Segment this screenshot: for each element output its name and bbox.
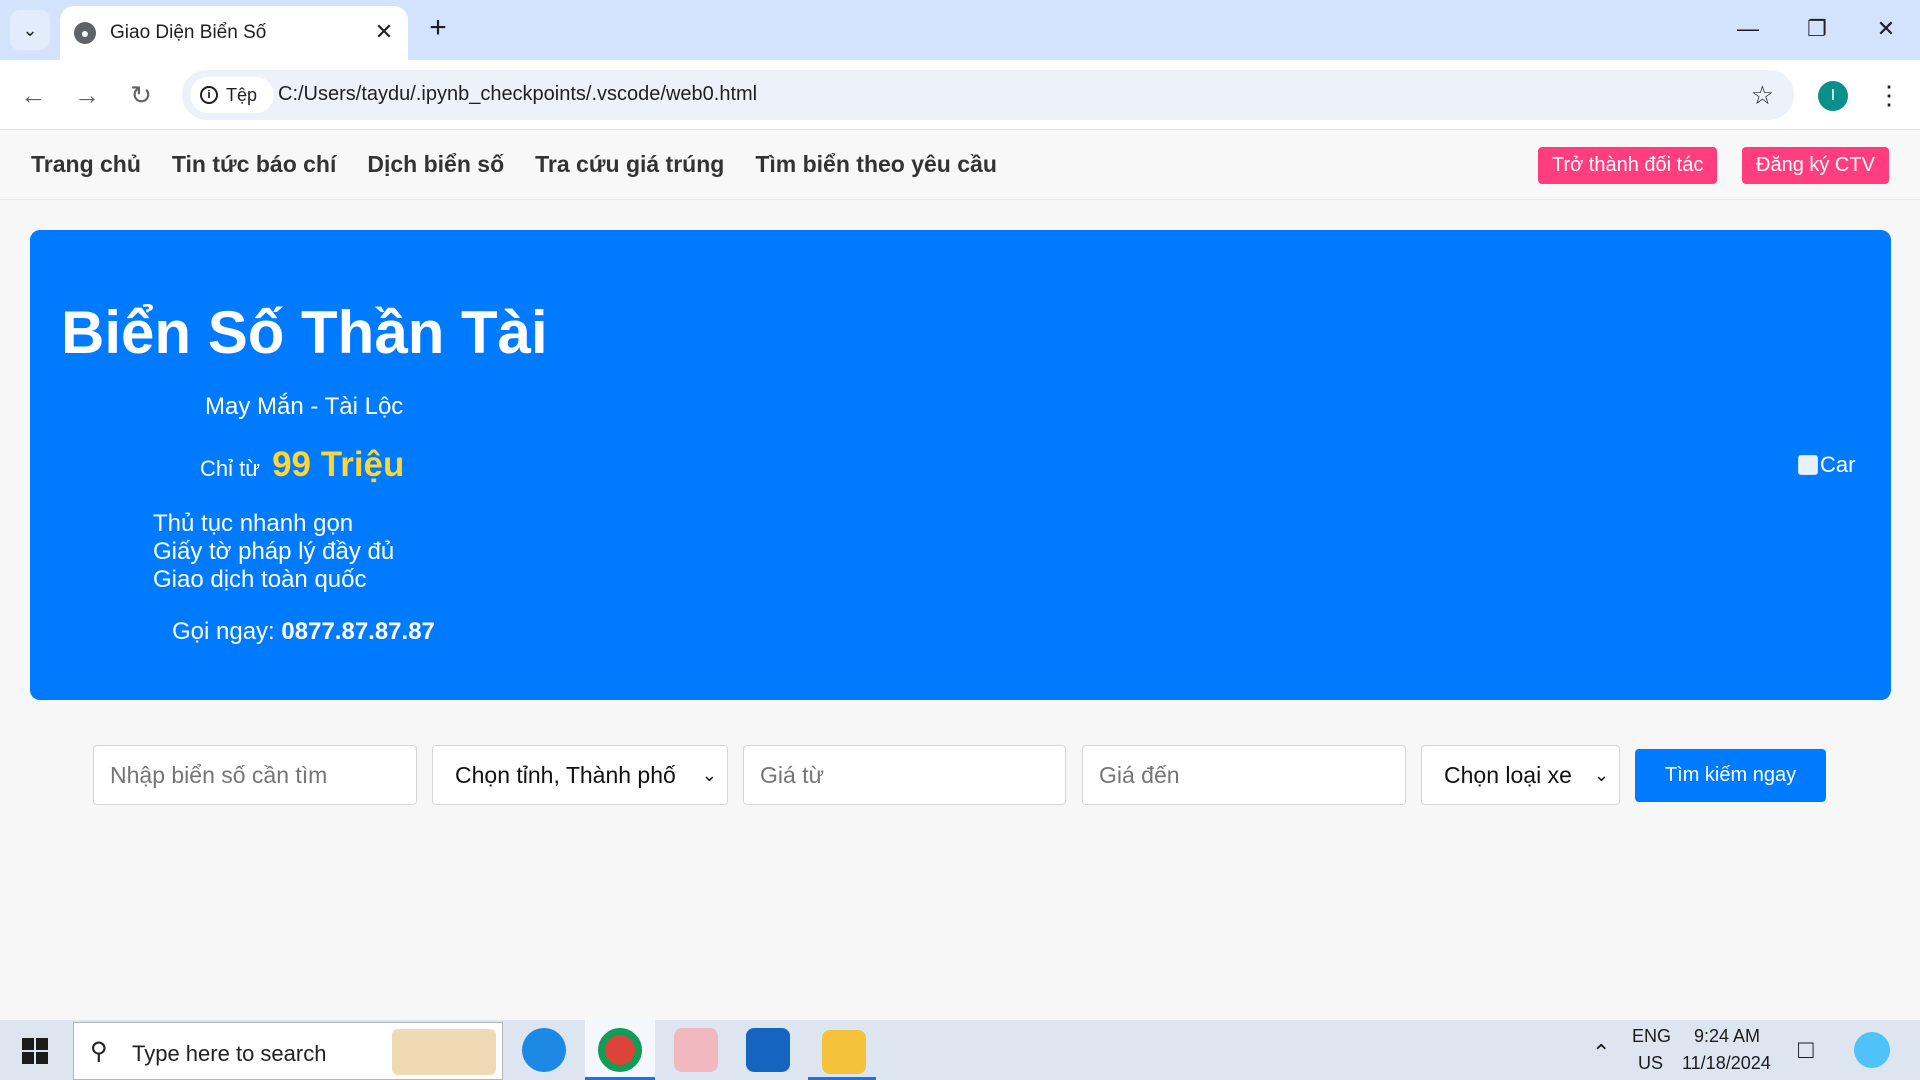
price-amount: 99 Triệu [272,445,405,484]
chevron-up-icon[interactable]: ⌃ [1592,1040,1610,1066]
call-now: Gọi ngay: 0877.87.87.87 [172,618,435,646]
store-icon[interactable] [746,1028,790,1072]
chrome-icon[interactable] [598,1028,642,1072]
feature-list: Thủ tục nhanh gọn Giấy tờ pháp lý đầy đủ… [153,510,394,594]
chevron-down-icon: ⌄ [701,765,717,785]
reload-button[interactable]: ↻ [124,78,158,112]
site-navbar: Trang chủ Tin tức báo chí Dịch biển số T… [0,131,1920,200]
site-info-chip[interactable]: i Tệp [190,77,274,113]
plate-search-input[interactable]: Nhập biển số cần tìm [93,745,417,805]
taskbar-search-text: Type here to search [132,1041,327,1066]
browser-tab[interactable]: ● Giao Diện Biển Số ✕ [60,6,408,60]
nav-link-plate-meaning[interactable]: Dịch biển số [367,151,504,178]
more-menu-icon[interactable]: ⋮ [1876,78,1902,112]
windows-start-icon[interactable] [22,1038,48,1064]
price-to-input[interactable]: Giá đến [1082,745,1406,805]
language-top[interactable]: ENG [1632,1026,1671,1047]
taskbar-search-box[interactable]: ⚲ Type here to search [73,1022,503,1080]
hero-title: Biển Số Thần Tài [61,299,548,366]
profile-avatar[interactable]: I [1818,81,1848,111]
search-now-button[interactable]: Tìm kiếm ngay [1635,749,1826,802]
search-icon: ⚲ [90,1038,108,1065]
vehicle-type-value: Chọn loại xe [1444,762,1572,788]
bookmark-star-icon[interactable]: ☆ [1751,80,1774,111]
language-bottom[interactable]: US [1638,1053,1663,1074]
clock-date[interactable]: 11/18/2024 [1682,1053,1771,1074]
vehicle-type-select[interactable]: Chọn loại xe ⌄ [1421,745,1620,805]
become-partner-button[interactable]: Trở thành đối tác [1538,147,1718,184]
broken-image-icon [1798,455,1818,475]
site-info-label: Tệp [226,84,258,105]
copilot-icon[interactable] [1854,1032,1890,1068]
price-prefix: Chỉ từ [200,456,260,481]
province-select-value: Chọn tỉnh, Thành phố [455,762,676,788]
edge-icon[interactable] [522,1028,566,1072]
nav-link-custom-search[interactable]: Tìm biển theo yêu cầu [755,151,997,178]
feature-item: Thủ tục nhanh gọn [153,510,354,537]
restore-button[interactable]: ❐ [1797,12,1837,46]
hero-banner: Biển Số Thần Tài May Mắn - Tài Lộc Chỉ t… [30,230,1891,700]
back-button[interactable]: ← [16,78,50,112]
register-ctv-button[interactable]: Đăng ký CTV [1742,147,1889,184]
feature-item: Giao dịch toàn quốc [153,566,367,593]
nav-links: Trang chủ Tin tức báo chí Dịch biển số T… [31,151,997,178]
url-text[interactable]: C:/Users/taydu/.ipynb_checkpoints/.vscod… [278,83,757,106]
close-window-button[interactable]: ✕ [1866,12,1906,46]
browser-toolbar: ← → ↻ i Tệp C:/Users/taydu/.ipynb_checkp… [0,60,1920,130]
clock-time[interactable]: 9:24 AM [1694,1026,1760,1047]
chevron-down-icon: ⌄ [22,19,38,40]
hero-subtitle: May Mắn - Tài Lộc [205,393,404,420]
chevron-down-icon: ⌄ [1593,765,1609,785]
search-highlight-illustration-icon [392,1029,496,1075]
province-select[interactable]: Chọn tỉnh, Thành phố ⌄ [432,745,728,805]
browser-tab-strip: ⌄ ● Giao Diện Biển Số ✕ + — ❐ ✕ [0,0,1920,60]
phone-number[interactable]: 0877.87.87.87 [281,618,434,645]
nav-link-news[interactable]: Tin tức báo chí [172,151,336,178]
hero-price: Chỉ từ 99 Triệu [200,445,404,485]
minimize-button[interactable]: — [1728,12,1768,46]
feature-item: Giấy tờ pháp lý đầy đủ [153,538,395,565]
tab-title: Giao Diện Biển Số [110,22,267,43]
address-bar[interactable]: i Tệp C:/Users/taydu/.ipynb_checkpoints/… [182,70,1794,120]
nav-link-price-lookup[interactable]: Tra cứu giá trúng [535,151,724,178]
tab-search-button[interactable]: ⌄ [10,10,50,50]
app-icon[interactable] [674,1028,718,1072]
notification-icon[interactable]: □ [1798,1034,1814,1065]
new-tab-button[interactable]: + [422,12,454,44]
nav-link-home[interactable]: Trang chủ [31,151,141,178]
close-tab-icon[interactable]: ✕ [372,20,396,44]
globe-icon: ● [74,22,96,44]
file-explorer-icon[interactable] [822,1030,866,1074]
car-image-alt: Car [1820,452,1856,477]
forward-button[interactable]: → [70,78,104,112]
call-label: Gọi ngay: [172,618,275,645]
car-image: Car [1798,452,1855,478]
info-icon: i [200,86,218,104]
price-from-input[interactable]: Giá từ [743,745,1066,805]
